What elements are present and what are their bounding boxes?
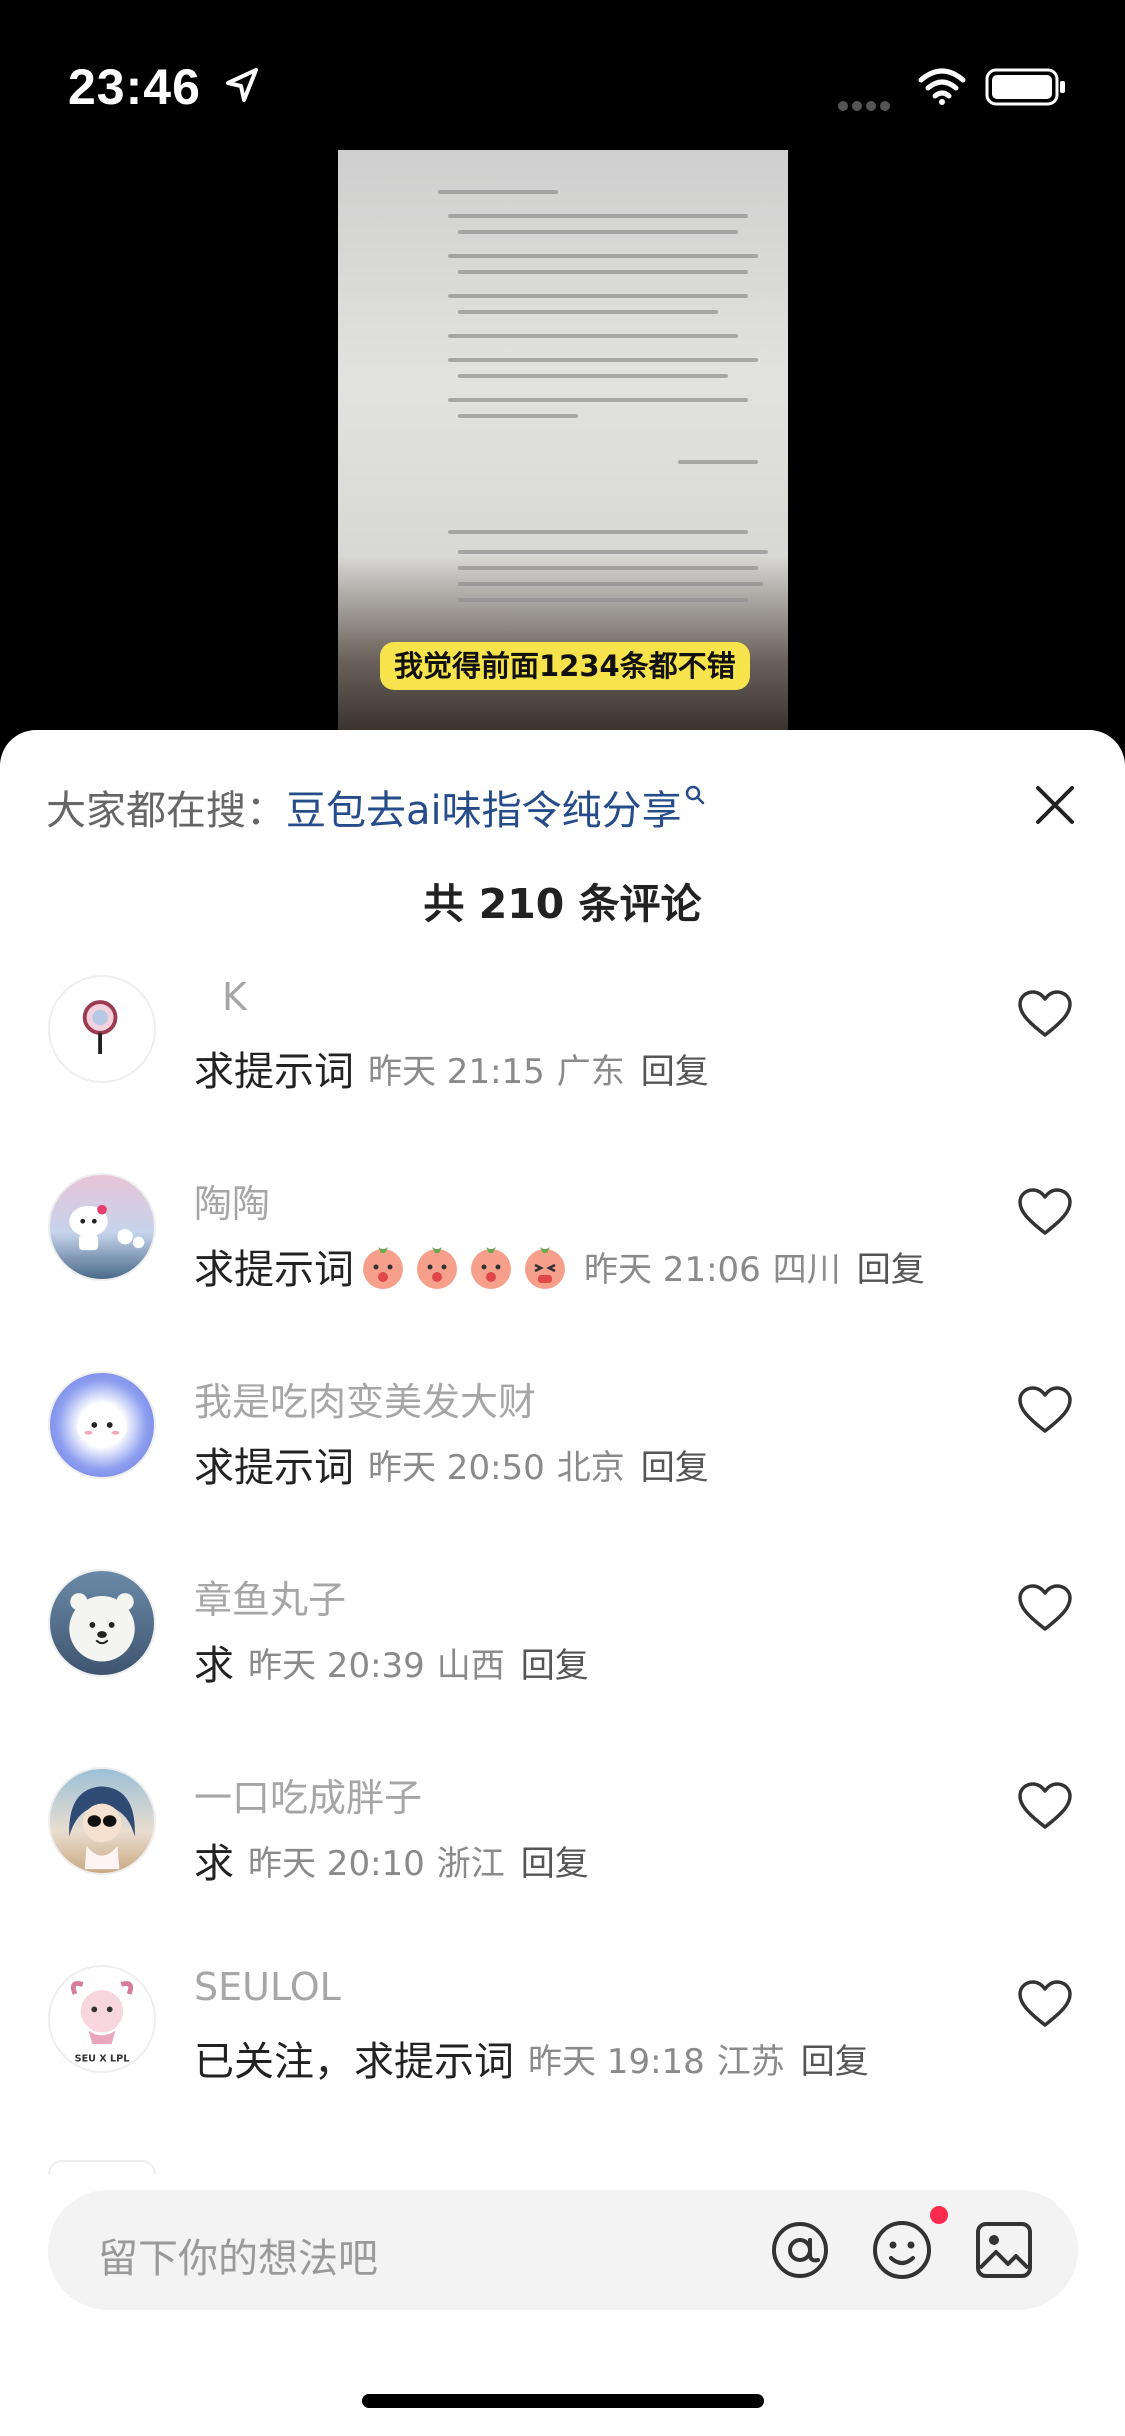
- heart-icon[interactable]: [1017, 1187, 1073, 1237]
- avatar: [48, 2160, 156, 2174]
- comment-text: 求: [194, 1643, 234, 1689]
- comment-location: 山西: [436, 1645, 505, 1686]
- battery-icon: [985, 68, 1065, 106]
- comment-text: 求提示词: [194, 1049, 354, 1095]
- comment-input-bar[interactable]: 留下你的想法吧: [48, 2190, 1078, 2310]
- avatar[interactable]: [48, 1371, 156, 1479]
- avatar[interactable]: [48, 1173, 156, 1281]
- avatar-badge-text: SEU X LPL: [75, 2053, 130, 2064]
- reply-button[interactable]: 回复: [641, 1044, 709, 1093]
- polar-bear-avatar-icon: [69, 1593, 135, 1662]
- peach-emoji-icon: [363, 1247, 403, 1289]
- heart-icon[interactable]: [1017, 1385, 1073, 1435]
- status-bar: 23:46: [0, 0, 1125, 150]
- close-icon[interactable]: [1030, 780, 1080, 830]
- comment-nickname[interactable]: SEULOL: [194, 1965, 341, 2009]
- trending-search-term[interactable]: 豆包去ai味指令纯分享: [286, 788, 682, 834]
- cloud-avatar-icon: [76, 1407, 128, 1447]
- heart-icon[interactable]: [1017, 989, 1073, 1039]
- comment-nickname[interactable]: K: [222, 975, 247, 1019]
- emoji-face-icon[interactable]: [870, 2218, 934, 2282]
- comment-count-title: 共 210 条评论: [423, 880, 702, 928]
- location-arrow-icon: [226, 68, 258, 102]
- notification-dot: [930, 2206, 948, 2224]
- heart-icon[interactable]: [1017, 1781, 1073, 1831]
- hello-kitty-avatar-icon: [69, 1204, 145, 1251]
- peach-emoji-icon: [417, 1247, 457, 1289]
- avatar[interactable]: [48, 975, 156, 1083]
- comment-content: 求 昨天 20:39 山西 回复: [194, 1633, 589, 1691]
- comment-time: 昨天 21:06: [584, 1249, 761, 1290]
- reply-button[interactable]: 回复: [801, 2034, 869, 2083]
- avatar[interactable]: SEU X LPL: [48, 1965, 156, 2073]
- comment-item: K 求提示词 昨天 21:15 广东 回复: [0, 975, 1125, 1135]
- comment-content: 求提示词 昨天 21:15 广东 回复: [194, 1039, 709, 1097]
- comment-text: 求: [194, 1841, 234, 1887]
- comment-location: 浙江: [436, 1843, 505, 1884]
- comment-time: 昨天 20:39: [248, 1645, 425, 1686]
- peach-emoji-icon: [525, 1247, 565, 1289]
- comment-nickname[interactable]: 陶陶: [194, 1173, 270, 1228]
- comment-text: 求提示词: [194, 1247, 354, 1293]
- comment-content: 求 昨天 20:10 浙江 回复: [194, 1831, 589, 1889]
- status-time: 23:46: [68, 59, 201, 115]
- signal-icon: [838, 96, 898, 111]
- comment-text: 求提示词: [194, 1445, 354, 1491]
- search-q-icon: [685, 785, 704, 805]
- comment-content: 求提示词 昨天 21:06 四川 回复: [194, 1237, 925, 1295]
- comment-location: 江苏: [716, 2041, 785, 2082]
- avatar[interactable]: [48, 1569, 156, 1677]
- heart-icon[interactable]: [1017, 1979, 1073, 2029]
- reply-button[interactable]: 回复: [521, 1836, 589, 1885]
- avatar[interactable]: [48, 1767, 156, 1875]
- comment-nickname[interactable]: 章鱼丸子: [194, 1569, 346, 1624]
- seulol-avatar-icon: SEU X LPL: [70, 1981, 134, 2064]
- comment-time: 昨天 19:18: [528, 2041, 705, 2082]
- comment-item: 章鱼丸子 求 昨天 20:39 山西 回复: [0, 1569, 1125, 1729]
- comment-content: 求提示词 昨天 20:50 北京 回复: [194, 1435, 709, 1493]
- comment-input[interactable]: 留下你的想法吧: [98, 2226, 378, 2284]
- comment-item: SEU X LPL SEULOL 已关注，求提示词 昨天 19:18 江苏 回复: [0, 1965, 1125, 2125]
- trending-search[interactable]: 大家都在搜：豆包去ai味指令纯分享: [46, 778, 706, 836]
- comment-text: 已关注，求提示词: [194, 2039, 514, 2085]
- comment-location: 北京: [556, 1447, 625, 1488]
- at-mention-icon[interactable]: [768, 2218, 832, 2282]
- video-caption: 我觉得前面1234条都不错: [380, 642, 750, 690]
- comment-time: 昨天 20:10: [248, 1843, 425, 1884]
- comment-content: 已关注，求提示词 昨天 19:18 江苏 回复: [194, 2029, 869, 2087]
- comment-item: 陶陶 求提示词 昨天 21:06 四川 回复: [0, 1173, 1125, 1333]
- video-document-content: [428, 170, 788, 710]
- peach-emoji-icon: [471, 1247, 511, 1289]
- trending-search-prefix: 大家都在搜：: [46, 788, 286, 834]
- comment-location: 广东: [556, 1051, 625, 1092]
- comment-item: 我是吃肉变美发大财 求提示词 昨天 20:50 北京 回复: [0, 1371, 1125, 1531]
- comment-time: 昨天 20:50: [368, 1447, 545, 1488]
- comment-nickname[interactable]: 我是吃肉变美发大财: [194, 1371, 536, 1426]
- wifi-icon: [918, 68, 966, 105]
- comment-item: 一口吃成胖子 求 昨天 20:10 浙江 回复: [0, 1767, 1125, 1927]
- reply-button[interactable]: 回复: [857, 1242, 925, 1291]
- reply-button[interactable]: 回复: [641, 1440, 709, 1489]
- home-indicator[interactable]: [362, 2394, 764, 2408]
- reply-button[interactable]: 回复: [521, 1638, 589, 1687]
- girl-sunglasses-avatar-icon: [69, 1786, 135, 1870]
- comment-location: 四川: [772, 1249, 841, 1290]
- image-picker-icon[interactable]: [974, 2220, 1034, 2280]
- comment-nickname[interactable]: 一口吃成胖子: [194, 1767, 422, 1822]
- lollipop-avatar-icon: [82, 1000, 118, 1055]
- heart-icon[interactable]: [1017, 1583, 1073, 1633]
- comment-time: 昨天 21:15: [368, 1051, 545, 1092]
